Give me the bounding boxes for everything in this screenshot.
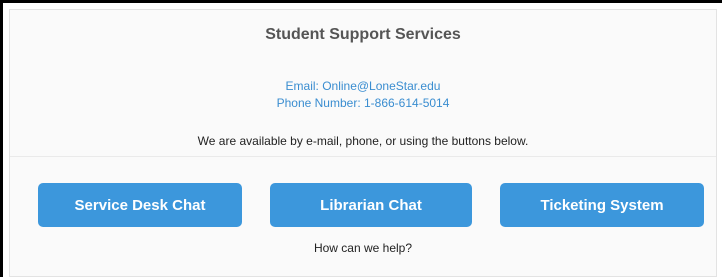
contact-info: Email: Online@LoneStar.edu Phone Number:… [10,78,716,112]
page-frame: Student Support Services Email: Online@L… [0,0,722,277]
panel-title: Student Support Services [265,26,461,43]
email-text: Email: Online@LoneStar.edu [285,79,441,93]
service-desk-chat-button[interactable]: Service Desk Chat [38,183,242,227]
divider [10,156,716,157]
support-panel: Student Support Services Email: Online@L… [9,9,717,277]
availability-text: We are available by e-mail, phone, or us… [197,134,529,148]
ticketing-system-button[interactable]: Ticketing System [500,183,704,227]
librarian-chat-button[interactable]: Librarian Chat [270,183,472,227]
phone-text: Phone Number: 1-866-614-5014 [276,96,450,110]
help-text: How can we help? [313,241,413,255]
